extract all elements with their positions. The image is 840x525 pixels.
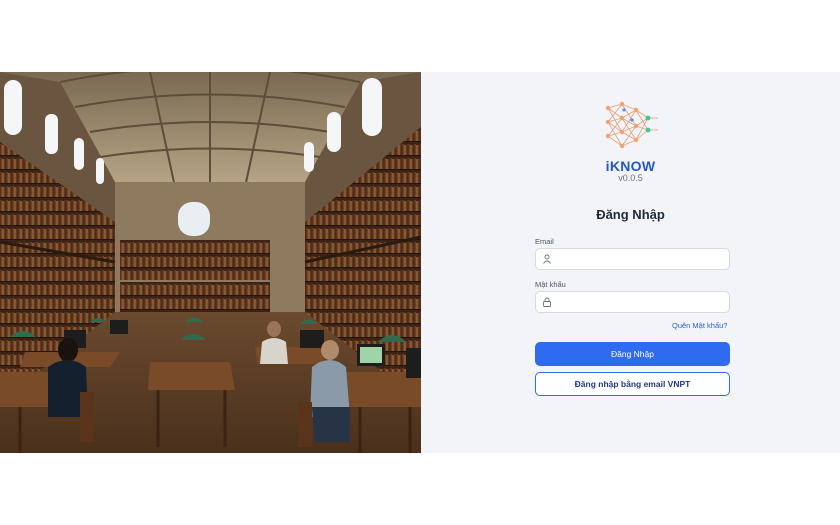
library-photo bbox=[0, 72, 421, 453]
user-icon bbox=[543, 254, 551, 264]
email-field[interactable] bbox=[535, 248, 730, 270]
forgot-password-link[interactable]: Quên Mật khẩu? bbox=[672, 321, 727, 330]
password-input[interactable] bbox=[558, 297, 729, 307]
login-button[interactable]: Đăng Nhập bbox=[535, 342, 730, 366]
app-name: iKNOW bbox=[605, 158, 656, 174]
password-field[interactable] bbox=[535, 291, 730, 313]
login-heading: Đăng Nhập bbox=[596, 207, 665, 222]
vnpt-login-button[interactable]: Đăng nhập bằng email VNPT bbox=[535, 372, 730, 396]
password-label: Mật khẩu bbox=[535, 280, 566, 289]
app-version: v0.0.5 bbox=[618, 173, 643, 183]
login-screen: iKNOW v0.0.5 Đăng Nhập Email Mật khẩu Qu… bbox=[0, 72, 840, 453]
neural-network-logo bbox=[605, 101, 658, 149]
login-panel: iKNOW v0.0.5 Đăng Nhập Email Mật khẩu Qu… bbox=[421, 72, 840, 453]
lock-icon bbox=[543, 297, 551, 307]
email-label: Email bbox=[535, 237, 554, 246]
email-input[interactable] bbox=[558, 254, 729, 264]
